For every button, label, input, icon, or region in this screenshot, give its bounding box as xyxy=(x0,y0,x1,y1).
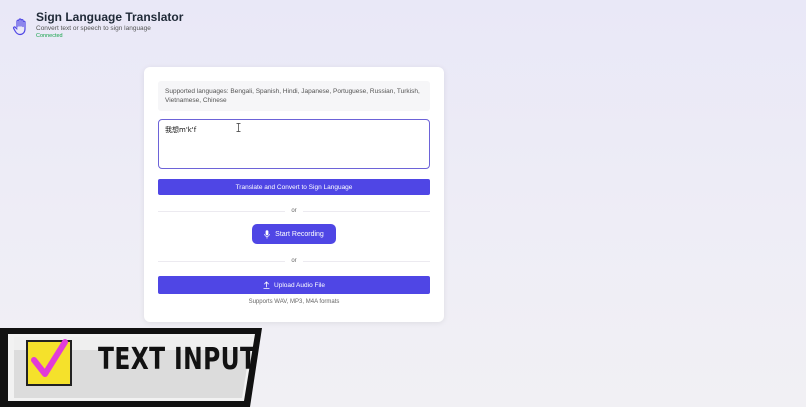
start-recording-button[interactable]: Start Recording xyxy=(252,224,336,244)
app-header: Sign Language Translator Convert text or… xyxy=(12,10,183,40)
hand-icon xyxy=(12,18,26,36)
or-divider-label: or xyxy=(291,258,297,264)
mic-icon xyxy=(264,229,270,239)
start-recording-label: Start Recording xyxy=(275,230,324,238)
or-divider-label: or xyxy=(291,208,297,214)
upload-icon xyxy=(263,281,270,289)
upload-audio-button[interactable]: Upload Audio File xyxy=(158,276,430,294)
or-divider: or xyxy=(158,207,430,215)
page-subtitle: Convert text or speech to sign language xyxy=(36,25,151,32)
translate-button[interactable]: Translate and Convert to Sign Language xyxy=(158,179,430,195)
header-text: Sign Language Translator Convert text or… xyxy=(36,10,183,40)
or-divider: or xyxy=(158,257,430,265)
text-input-banner: TEXT INPUT xyxy=(0,328,275,407)
page-title: Sign Language Translator xyxy=(36,10,184,24)
connection-status: Connected xyxy=(36,33,63,39)
supported-formats-note: Supports WAV, MP3, M4A formats xyxy=(248,299,340,305)
supported-languages-note: Supported languages: Bengali, Spanish, H… xyxy=(158,81,430,111)
upload-audio-label: Upload Audio File xyxy=(274,281,325,289)
text-input[interactable]: 我想m'k'f xyxy=(158,119,430,169)
translator-card: Supported languages: Bengali, Spanish, H… xyxy=(144,67,444,322)
banner-label: TEXT INPUT xyxy=(98,342,257,377)
text-cursor-icon xyxy=(236,123,241,132)
